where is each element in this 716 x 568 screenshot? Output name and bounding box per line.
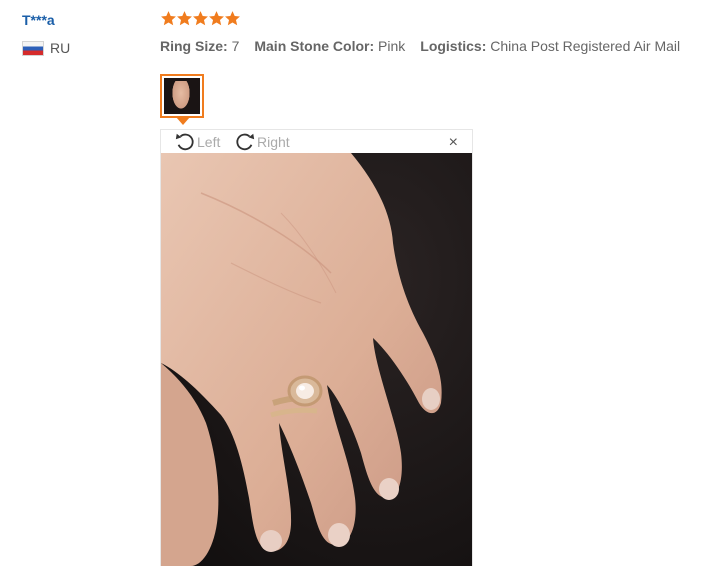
attribute-key: Ring Size: [160, 38, 228, 54]
attribute-value: China Post Registered Air Mail [490, 38, 681, 54]
reviewer-country: RU [22, 40, 70, 56]
viewer-toolbar: Left Right × [161, 130, 472, 153]
attribute-ring-size: Ring Size: 7 [160, 38, 239, 54]
attribute-value: 7 [231, 38, 240, 54]
rotate-left-button[interactable]: Left [173, 131, 220, 153]
rotate-right-label: Right [257, 134, 290, 150]
reviewer-name[interactable]: T***a [22, 12, 55, 28]
review-photo [161, 153, 472, 566]
attribute-key: Main Stone Color: [254, 38, 375, 54]
selected-thumbnail-pointer [176, 117, 190, 125]
attribute-key: Logistics: [420, 38, 487, 54]
close-viewer-button[interactable]: × [449, 135, 458, 151]
attribute-main-stone-color: Main Stone Color: Pink [254, 38, 405, 54]
photo-viewer: Left Right × [160, 129, 473, 566]
rotate-right-button[interactable]: Right [233, 131, 290, 153]
hand-thumbnail-shape [171, 81, 191, 111]
order-attributes: Ring Size: 7 Main Stone Color: Pink Logi… [160, 38, 680, 54]
rating-stars [160, 10, 240, 26]
star-icon [176, 10, 192, 26]
attribute-value: Pink [378, 38, 406, 54]
thumbnail-image [164, 78, 200, 114]
review-photo-thumbnail[interactable] [160, 74, 204, 118]
hand-with-ring-photo [161, 153, 472, 566]
rotate-left-icon [175, 133, 194, 151]
rotate-right-icon [236, 133, 255, 151]
attribute-logistics: Logistics: China Post Registered Air Mai… [420, 38, 680, 54]
star-icon [224, 10, 240, 26]
star-icon [160, 10, 176, 26]
country-code: RU [50, 40, 71, 56]
russia-flag-icon [22, 40, 44, 56]
star-icon [192, 10, 208, 26]
rotate-left-label: Left [197, 134, 221, 150]
star-icon [208, 10, 224, 26]
